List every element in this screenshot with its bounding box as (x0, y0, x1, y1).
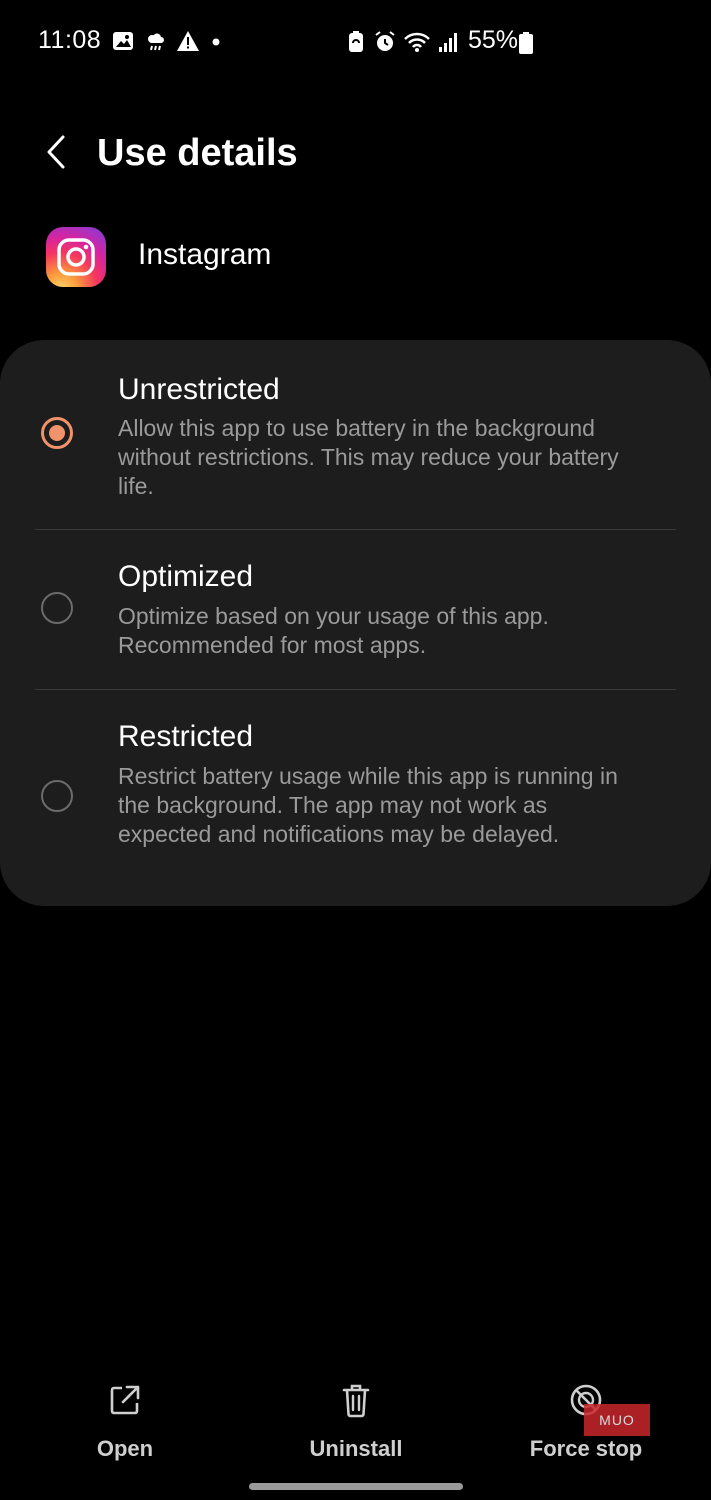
status-left-icons (112, 30, 222, 57)
force-stop-label: Force stop (529, 1436, 643, 1461)
battery-options-card: Unrestricted Allow this app to use batte… (0, 340, 711, 906)
radio-unrestricted[interactable] (41, 417, 73, 449)
wifi-icon (403, 30, 431, 59)
signal-icon (437, 30, 459, 59)
option-title: Unrestricted (118, 373, 280, 406)
dot-icon (210, 30, 222, 57)
uninstall-label: Uninstall (309, 1436, 403, 1461)
option-unrestricted[interactable]: Unrestricted Allow this app to use batte… (0, 340, 711, 529)
battery-saver-icon (345, 30, 367, 59)
open-button[interactable]: Open (45, 1382, 205, 1462)
home-indicator[interactable] (249, 1483, 463, 1490)
instagram-icon (46, 227, 106, 287)
uninstall-button[interactable]: Uninstall (276, 1382, 436, 1462)
option-title: Restricted (118, 720, 254, 753)
battery-icon (519, 32, 533, 59)
status-time: 11:08 (38, 26, 102, 54)
back-chevron-icon (44, 134, 68, 175)
app-name: Instagram (138, 238, 272, 271)
watermark-logo: MUO (584, 1404, 650, 1436)
weather-icon (144, 30, 166, 57)
status-right-icons (345, 30, 459, 59)
trash-icon (341, 1382, 371, 1423)
gallery-icon (112, 30, 134, 57)
option-title: Optimized (118, 560, 254, 593)
open-external-icon (108, 1383, 142, 1422)
battery-percentage: 55% (468, 26, 519, 54)
page-title: Use details (97, 132, 298, 174)
option-optimized[interactable]: Optimized Optimize based on your usage o… (0, 530, 711, 689)
open-label: Open (96, 1436, 154, 1461)
option-description: Allow this app to use battery in the bac… (118, 415, 619, 499)
option-description: Restrict battery usage while this app is… (118, 763, 618, 847)
radio-optimized[interactable] (41, 592, 73, 624)
status-bar: 11:08 55% (0, 0, 711, 86)
option-restricted[interactable]: Restricted Restrict battery usage while … (0, 690, 711, 906)
option-description: Optimize based on your usage of this app… (118, 603, 549, 658)
warning-icon (176, 30, 200, 57)
radio-restricted[interactable] (41, 780, 73, 812)
back-button[interactable] (36, 132, 76, 176)
alarm-icon (373, 30, 397, 59)
